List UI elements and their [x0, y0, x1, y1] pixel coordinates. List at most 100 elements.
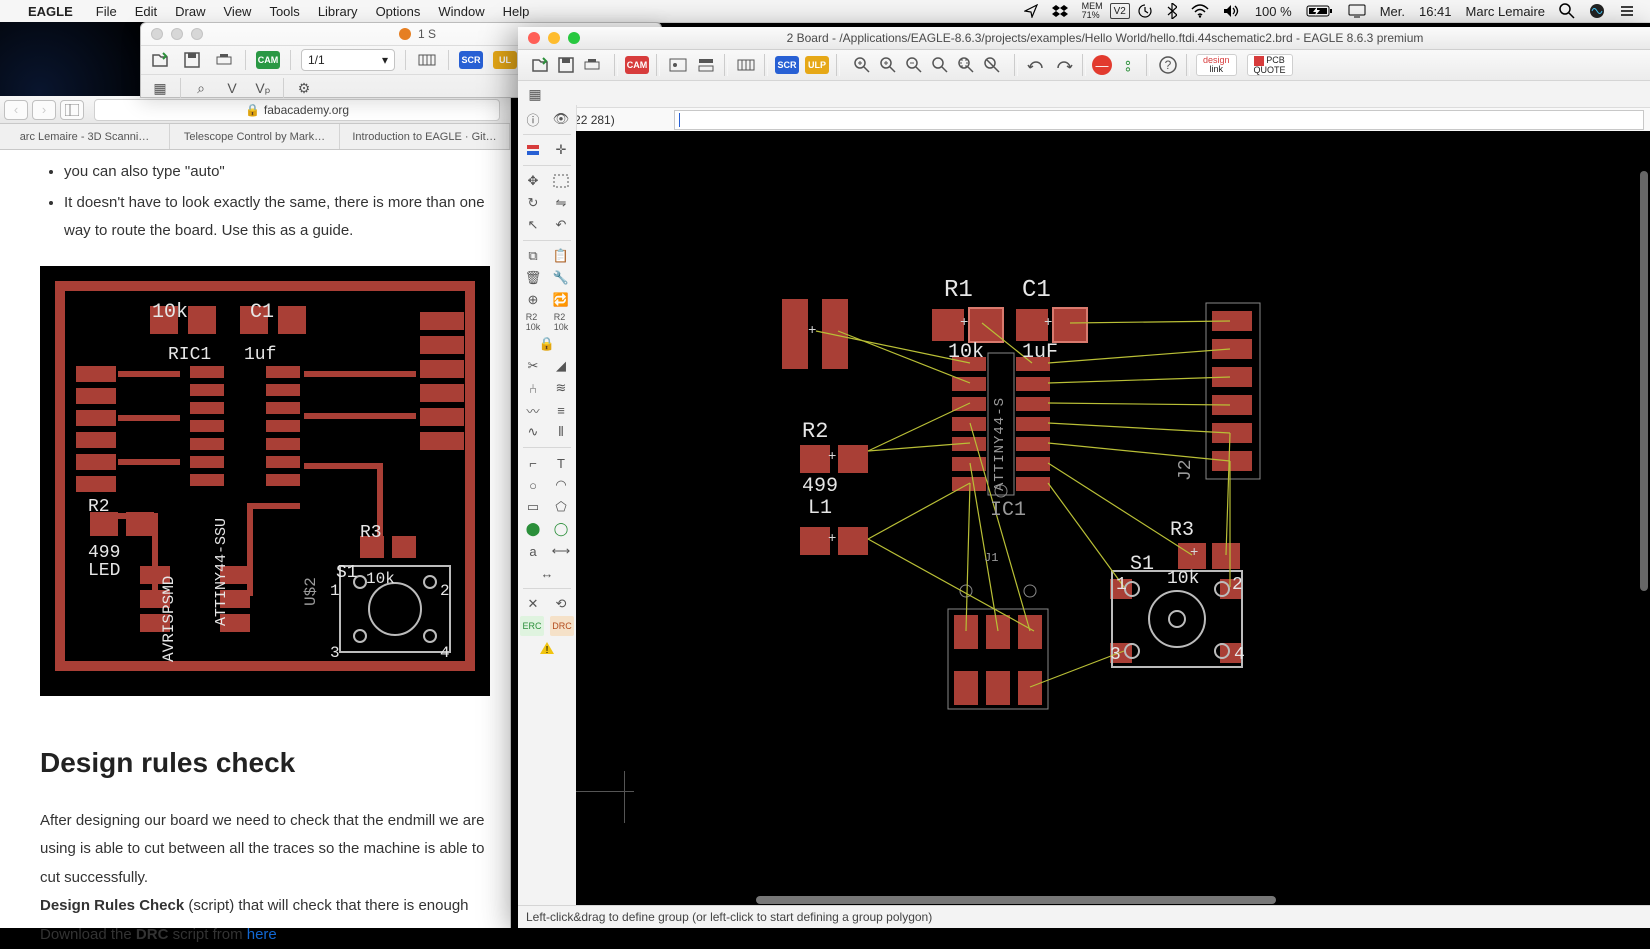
- settings-icon[interactable]: ⚙: [293, 78, 315, 98]
- undo2-icon[interactable]: ↶: [550, 215, 572, 235]
- hole-icon[interactable]: ◯: [550, 519, 572, 539]
- app-name[interactable]: EAGLE: [28, 4, 87, 19]
- optimize-icon[interactable]: ≋: [550, 378, 572, 398]
- sidebar-button[interactable]: [60, 100, 84, 120]
- erc-button[interactable]: ERC: [520, 616, 544, 636]
- smash-icon[interactable]: ✂: [522, 356, 544, 376]
- board-canvas[interactable]: + + + + +: [576, 131, 1650, 906]
- menu-view[interactable]: View: [215, 4, 261, 19]
- voltage-p-icon[interactable]: Vₚ: [252, 78, 274, 98]
- dropbox-icon[interactable]: [1045, 4, 1075, 18]
- miter-icon[interactable]: ◢: [550, 356, 572, 376]
- dimension-icon[interactable]: ⟷: [550, 541, 572, 561]
- print-icon[interactable]: [213, 50, 235, 70]
- grid-icon[interactable]: ▦: [524, 84, 546, 104]
- bluetooth-icon[interactable]: [1160, 3, 1184, 19]
- safari-content[interactable]: you can also type "auto" It doesn't have…: [0, 150, 510, 928]
- tab-2[interactable]: Telescope Control by Mark…: [170, 124, 340, 149]
- open-icon[interactable]: [149, 50, 171, 70]
- schematic-switch-icon[interactable]: [667, 55, 689, 75]
- zoom-fit-icon[interactable]: [851, 55, 873, 75]
- value-icon[interactable]: R210k: [550, 312, 572, 332]
- move-icon[interactable]: ✥: [522, 171, 544, 191]
- layers-icon[interactable]: [522, 140, 544, 160]
- circle-icon[interactable]: ○: [522, 475, 544, 495]
- drc-button[interactable]: DRC: [550, 616, 574, 636]
- location-arrow-icon[interactable]: [1017, 4, 1045, 18]
- save-icon[interactable]: [181, 50, 203, 70]
- scr-button[interactable]: SCR: [775, 56, 799, 74]
- arc-icon[interactable]: ◠: [550, 475, 572, 495]
- scr-button[interactable]: SCR: [459, 51, 483, 69]
- zoom-icon[interactable]: ⌕: [190, 78, 212, 98]
- maximize-button[interactable]: [568, 32, 580, 44]
- info-icon[interactable]: ⓘ: [522, 109, 544, 129]
- auto-icon[interactable]: ⟲: [550, 594, 572, 614]
- change-icon[interactable]: 🔧: [550, 268, 572, 288]
- errors-icon[interactable]: !: [536, 638, 558, 658]
- designlink-button[interactable]: designlink: [1196, 54, 1237, 76]
- text-icon[interactable]: T: [550, 453, 572, 473]
- battery-icon[interactable]: [1299, 4, 1341, 18]
- save-icon[interactable]: [555, 55, 577, 75]
- copy-icon[interactable]: ⧉: [522, 246, 544, 266]
- zoom-in-icon[interactable]: [877, 55, 899, 75]
- menu-tools[interactable]: Tools: [260, 4, 308, 19]
- menubar-time[interactable]: 16:41: [1412, 4, 1459, 19]
- pcbquote-button[interactable]: PCBQUOTE: [1247, 54, 1293, 76]
- meander-icon[interactable]: ∿: [522, 422, 544, 442]
- ratsnest-icon[interactable]: ✕: [522, 594, 544, 614]
- manufacturing-icon[interactable]: [416, 50, 438, 70]
- zoom-unselect-icon[interactable]: [981, 55, 1003, 75]
- undo-icon[interactable]: [1025, 55, 1047, 75]
- spotlight-icon[interactable]: [1552, 3, 1582, 19]
- wire-icon[interactable]: ⌐: [522, 453, 544, 473]
- replace-icon[interactable]: 🔁: [550, 290, 572, 310]
- traffic-min[interactable]: [171, 28, 183, 40]
- zoom-redraw-icon[interactable]: [929, 55, 951, 75]
- cam-button[interactable]: CAM: [625, 56, 649, 74]
- group-icon[interactable]: [550, 171, 572, 191]
- tab-1[interactable]: arc Lemaire - 3D Scanni…: [0, 124, 170, 149]
- rotate-icon[interactable]: ↻: [522, 193, 544, 213]
- lock-icon[interactable]: 🔒: [536, 334, 558, 354]
- mark-icon[interactable]: ✛: [550, 140, 572, 160]
- attribute-icon[interactable]: a: [522, 541, 544, 561]
- board-titlebar[interactable]: 2 Board - /Applications/EAGLE-8.6.3/proj…: [518, 27, 1650, 50]
- polygon-icon[interactable]: ⬠: [550, 497, 572, 517]
- route-icon[interactable]: 〰: [522, 400, 544, 420]
- split-icon[interactable]: ⑃: [522, 378, 544, 398]
- open-icon[interactable]: [529, 55, 551, 75]
- zoom-out-icon[interactable]: [903, 55, 925, 75]
- go-button[interactable]: ⦂: [1117, 55, 1139, 75]
- h-scrollbar[interactable]: [756, 896, 1276, 904]
- add-icon[interactable]: ⊕: [522, 290, 544, 310]
- fanout-icon[interactable]: ⫴: [550, 422, 572, 442]
- close-button[interactable]: [528, 32, 540, 44]
- minimize-button[interactable]: [548, 32, 560, 44]
- name-icon[interactable]: R210k: [522, 312, 544, 332]
- mirror-icon[interactable]: ⇋: [550, 193, 572, 213]
- select-icon[interactable]: ↖: [522, 215, 544, 235]
- manufacturing-icon[interactable]: [735, 55, 757, 75]
- cam-button[interactable]: CAM: [256, 51, 280, 69]
- menu-file[interactable]: File: [87, 4, 126, 19]
- menu-help[interactable]: Help: [494, 4, 539, 19]
- volume-icon[interactable]: [1216, 4, 1248, 18]
- rect-icon[interactable]: ▭: [522, 497, 544, 517]
- back-button[interactable]: ‹: [4, 100, 28, 120]
- menu-library[interactable]: Library: [309, 4, 367, 19]
- display-icon[interactable]: [1341, 4, 1373, 18]
- ripup-icon[interactable]: ≡: [550, 400, 572, 420]
- traffic-max[interactable]: [191, 28, 203, 40]
- menubar-day[interactable]: Mer.: [1373, 4, 1412, 19]
- forward-button[interactable]: ›: [32, 100, 56, 120]
- library-icon[interactable]: [695, 55, 717, 75]
- menu-window[interactable]: Window: [429, 4, 493, 19]
- ulp-button[interactable]: ULP: [805, 56, 829, 74]
- redo-icon[interactable]: [1053, 55, 1075, 75]
- address-bar[interactable]: 🔒 fabacademy.org: [94, 99, 500, 121]
- traffic-close[interactable]: [151, 28, 163, 40]
- input-source-indicator[interactable]: V2: [1110, 3, 1130, 19]
- menubar-user[interactable]: Marc Lemaire: [1459, 4, 1552, 19]
